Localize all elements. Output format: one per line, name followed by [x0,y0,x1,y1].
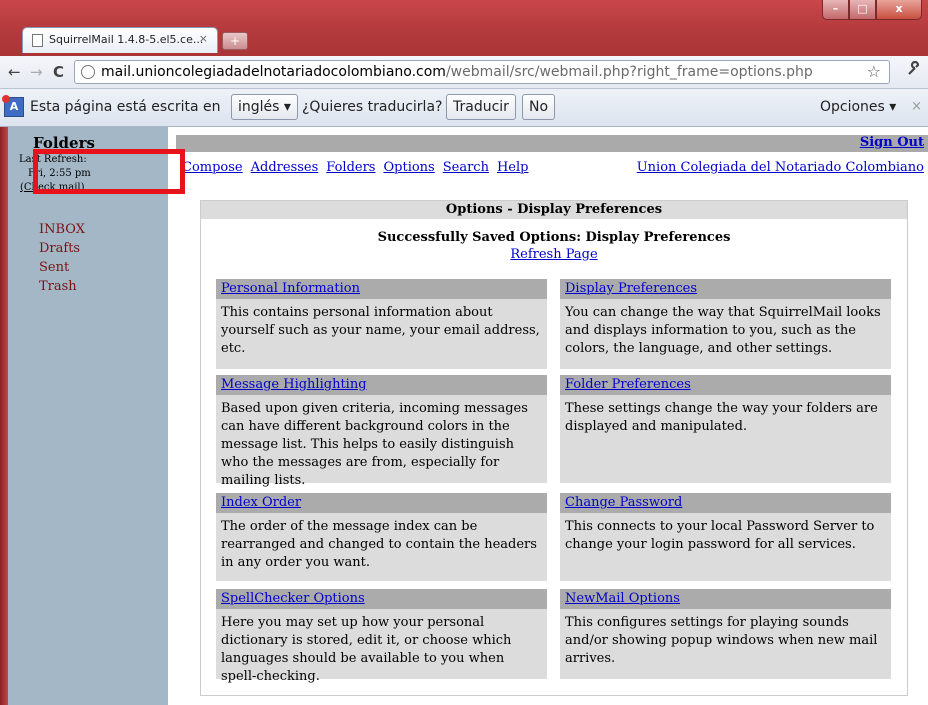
title-bar: SquirrelMail 1.4.8-5.el5.ce... × + – □ x [0,0,928,56]
option-description: The order of the message index can be re… [221,519,537,570]
maximize-button[interactable]: □ [849,0,876,20]
browser-tab[interactable]: SquirrelMail 1.4.8-5.el5.ce... × [22,27,218,53]
highlight-box [33,149,185,194]
option-description: You can change the way that SquirrelMail… [565,305,881,356]
options-panel: Options - Display Preferences Successful… [200,200,908,696]
organization-link[interactable]: Union Colegiada del Notariado Colombiano [637,160,924,175]
options-title: Options - Display Preferences [201,201,907,219]
option-newmail-options: NewMail Options This configures settings… [560,589,891,679]
url-path: /webmail/src/webmail.php?right_frame=opt… [445,64,813,80]
option-description: This contains personal information about… [221,305,540,356]
frame-divider[interactable] [168,127,176,705]
reload-icon[interactable]: C [53,63,64,81]
index-order-link[interactable]: Index Order [221,495,301,510]
browser-toolbar: ← → C mail.unioncolegiadadelnotariadocol… [0,56,928,89]
change-password-link[interactable]: Change Password [565,495,682,510]
window-controls: – □ x [822,0,922,21]
translate-icon: A [2,95,24,117]
menu-options[interactable]: Options [383,160,434,175]
menu-help[interactable]: Help [497,160,529,175]
option-index-order: Index Order The order of the message ind… [216,493,547,581]
page-icon [32,34,43,47]
folder-inbox[interactable]: INBOX [39,222,85,237]
url-host: mail.unioncolegiadadelnotariadocolombian… [101,64,446,80]
option-personal-information: Personal Information This contains perso… [216,279,547,369]
option-description: This configures settings for playing sou… [565,615,878,666]
new-tab-button[interactable]: + [222,32,248,50]
option-description: These settings change the way your folde… [565,401,878,434]
option-description: Based upon given criteria, incoming mess… [221,401,528,488]
no-translate-button[interactable]: No [522,94,556,120]
page-info-icon[interactable] [81,65,95,79]
back-icon[interactable]: ← [8,63,21,81]
translate-bar-text: Esta página está escrita en [30,99,221,115]
menu-folders[interactable]: Folders [326,160,375,175]
forward-icon[interactable]: → [30,63,43,81]
sign-out-bar: Sign Out [176,135,928,152]
option-message-highlighting: Message Highlighting Based upon given cr… [216,375,547,488]
option-spellchecker-options: SpellChecker Options Here you may set up… [216,589,547,684]
saved-message: Successfully Saved Options: Display Pref… [377,230,731,245]
option-folder-preferences: Folder Preferences These settings change… [560,375,891,483]
webmail-page: Folders Last Refresh: Fri, 2:55 pm (Chec… [8,127,928,705]
minimize-button[interactable]: – [822,0,849,20]
sign-out-link[interactable]: Sign Out [860,135,924,150]
browser-window: SquirrelMail 1.4.8-5.el5.ce... × + – □ x… [0,0,928,705]
option-description: Here you may set up how your personal di… [221,615,512,684]
tab-title: SquirrelMail 1.4.8-5.el5.ce... [49,33,204,46]
newmail-options-link[interactable]: NewMail Options [565,591,680,606]
folder-drafts[interactable]: Drafts [39,241,80,256]
refresh-page-link[interactable]: Refresh Page [510,247,597,262]
close-window-button[interactable]: x [876,0,922,20]
option-change-password: Change Password This connects to your lo… [560,493,891,581]
translate-bar: A Esta página está escrita en inglés ▾ ¿… [0,89,928,127]
menu-compose[interactable]: Compose [182,160,243,175]
display-preferences-link[interactable]: Display Preferences [565,281,697,296]
option-description: This connects to your local Password Ser… [565,519,875,552]
message-highlighting-link[interactable]: Message Highlighting [221,377,367,392]
language-dropdown[interactable]: inglés ▾ [231,94,298,120]
main-menu: Compose Addresses Folders Options Search Help [182,160,536,175]
bookmark-star-icon[interactable]: ☆ [867,62,881,81]
menu-search[interactable]: Search [443,160,489,175]
main-frame: Sign Out Compose Addresses Folders Options S… [176,127,928,705]
folder-sent[interactable]: Sent [39,260,69,275]
address-bar[interactable]: mail.unioncolegiadadelnotariadocolombian… [74,60,890,84]
window-frame-edge [0,127,8,705]
folders-sidebar: Folders Last Refresh: Fri, 2:55 pm (Chec… [8,127,168,705]
tab-close-icon[interactable]: × [199,32,208,45]
folder-preferences-link[interactable]: Folder Preferences [565,377,691,392]
translate-bar-close-icon[interactable]: × [911,99,922,114]
translate-question: ¿Quieres traducirla? [302,99,443,115]
personal-information-link[interactable]: Personal Information [221,281,360,296]
option-display-preferences: Display Preferences You can change the w… [560,279,891,369]
spellchecker-options-link[interactable]: SpellChecker Options [221,591,365,606]
translate-options-menu[interactable]: Opciones ▾ [820,99,896,115]
folder-trash[interactable]: Trash [39,279,77,294]
translate-button[interactable]: Traducir [446,94,516,120]
wrench-menu-icon[interactable] [906,60,922,81]
refresh-page: Refresh Page [201,247,907,262]
menu-addresses[interactable]: Addresses [251,160,319,175]
